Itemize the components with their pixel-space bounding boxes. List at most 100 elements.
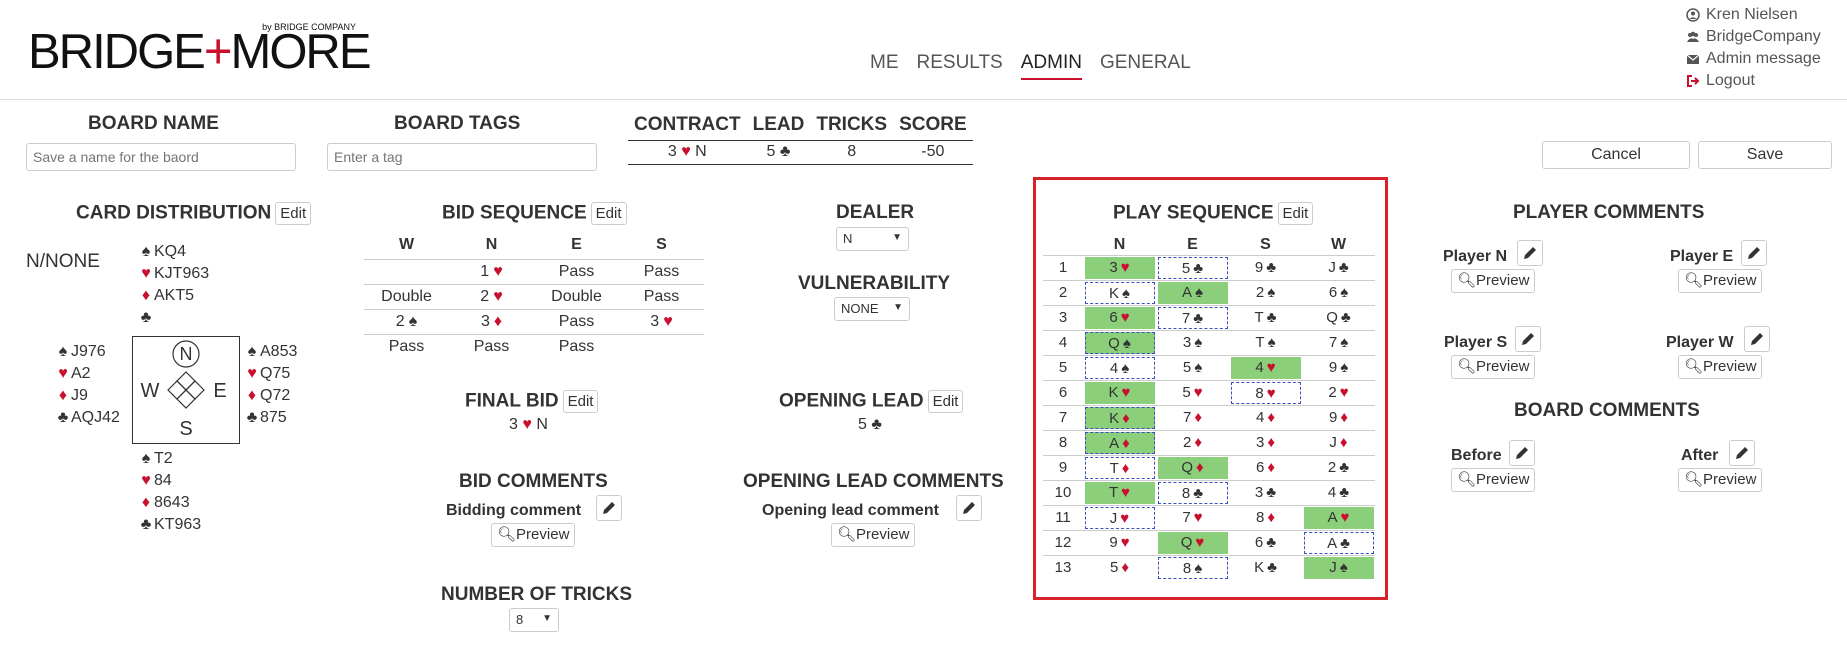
played-card[interactable]: 5 ♦ [1085, 557, 1155, 579]
played-card[interactable]: 2 ♠ [1231, 282, 1301, 304]
played-card[interactable]: Q ♠ [1084, 331, 1155, 354]
played-card[interactable]: 7 ♠ [1304, 332, 1374, 354]
played-card[interactable]: K ♥ [1084, 381, 1155, 404]
played-card[interactable]: 2 ♦ [1158, 432, 1228, 454]
cancel-button[interactable]: Cancel [1542, 141, 1690, 169]
played-card[interactable]: 5 ♠ [1158, 357, 1228, 379]
played-card[interactable]: A ♦ [1084, 431, 1155, 454]
played-card[interactable]: 9 ♦ [1304, 407, 1374, 429]
played-card[interactable]: 3 ♦ [1231, 432, 1301, 454]
play-cell: A ♣ [1302, 529, 1375, 555]
played-card[interactable]: 9 ♥ [1085, 532, 1155, 554]
logo[interactable]: BRIDGE+MORE by BRIDGE COMPANY [28, 22, 372, 77]
opening-lead-comment-edit-button[interactable] [956, 495, 982, 521]
played-card[interactable]: Q ♥ [1157, 531, 1228, 554]
nav-general[interactable]: GENERAL [1100, 52, 1191, 80]
opening-lead-edit-button[interactable]: Edit [927, 390, 964, 413]
compass-w: W [141, 380, 160, 402]
player-s-edit-button[interactable] [1515, 326, 1541, 352]
played-card[interactable]: Q ♣ [1304, 307, 1374, 329]
played-card[interactable]: 2 ♣ [1304, 457, 1374, 479]
heart-icon: ♥ [663, 312, 673, 330]
nav-results[interactable]: RESULTS [917, 52, 1003, 80]
played-card[interactable]: K ♣ [1231, 557, 1301, 579]
played-card[interactable]: 8 ♠ [1157, 556, 1228, 579]
played-card[interactable]: 4 ♣ [1304, 482, 1374, 504]
played-card[interactable]: 8 ♦ [1231, 507, 1301, 529]
trick-number: 1 [1043, 254, 1083, 280]
before-edit-button[interactable] [1509, 440, 1535, 466]
save-button[interactable]: Save [1698, 141, 1832, 169]
played-card[interactable]: J ♣ [1304, 257, 1374, 279]
played-card[interactable]: 6 ♥ [1084, 306, 1155, 329]
player-e-preview-button[interactable]: 🔍︎Preview [1678, 269, 1763, 293]
played-card[interactable]: 5 ♣ [1157, 256, 1228, 279]
dealer-select[interactable]: N ▼ [836, 227, 909, 251]
played-card[interactable]: T ♠ [1231, 332, 1301, 354]
played-card[interactable]: J ♠ [1303, 556, 1374, 579]
played-card[interactable]: A ♥ [1303, 506, 1374, 529]
vulnerability-select[interactable]: NONE ▼ [834, 297, 910, 321]
played-card[interactable]: 9 ♣ [1231, 257, 1301, 279]
played-card[interactable]: 7 ♦ [1158, 407, 1228, 429]
score-value: -50 [893, 139, 973, 165]
played-card[interactable]: 6 ♣ [1231, 532, 1301, 554]
played-card[interactable]: 8 ♣ [1157, 481, 1228, 504]
pencil-icon [1736, 447, 1748, 459]
board-tags-input[interactable] [327, 143, 597, 171]
player-w-edit-button[interactable] [1744, 326, 1770, 352]
player-s-preview-button[interactable]: 🔍︎Preview [1451, 355, 1536, 379]
play-sequence-edit-button[interactable]: Edit [1277, 202, 1314, 225]
played-card[interactable]: 2 ♥ [1304, 382, 1374, 404]
played-card[interactable]: 8 ♥ [1230, 381, 1301, 404]
played-card[interactable]: A ♣ [1303, 531, 1374, 554]
played-card[interactable]: T ♣ [1231, 307, 1301, 329]
contract-header: CONTRACT [634, 113, 741, 135]
before-preview-button[interactable]: 🔍︎Preview [1451, 468, 1536, 492]
after-preview-button[interactable]: 🔍︎Preview [1678, 468, 1763, 492]
player-n-preview-button[interactable]: 🔍︎Preview [1451, 269, 1536, 293]
bidding-comment-edit-button[interactable] [596, 495, 622, 521]
played-card[interactable]: 5 ♥ [1158, 382, 1228, 404]
play-cell: 3 ♣ [1229, 479, 1302, 505]
played-card[interactable]: 7 ♣ [1157, 306, 1228, 329]
played-card[interactable]: J ♥ [1084, 506, 1155, 529]
nav-admin[interactable]: ADMIN [1020, 52, 1082, 80]
player-w-preview-button[interactable]: 🔍︎Preview [1678, 355, 1763, 379]
played-card[interactable]: 3 ♥ [1084, 256, 1155, 279]
played-card[interactable]: 6 ♠ [1304, 282, 1374, 304]
played-card[interactable]: 3 ♠ [1158, 332, 1228, 354]
bidding-comment-preview-button[interactable]: 🔍︎Preview [491, 523, 576, 547]
played-card[interactable]: 4 ♥ [1230, 356, 1301, 379]
bid-sequence-edit-button[interactable]: Edit [590, 202, 627, 225]
player-n-edit-button[interactable] [1517, 240, 1543, 266]
board-name-input[interactable] [26, 143, 296, 171]
played-card[interactable]: T ♦ [1084, 456, 1155, 479]
played-card[interactable]: A ♠ [1157, 281, 1228, 304]
player-e-edit-button[interactable] [1741, 240, 1767, 266]
card-distribution-edit-button[interactable]: Edit [275, 202, 312, 225]
pencil-icon [1522, 333, 1534, 345]
played-card[interactable]: K ♠ [1084, 281, 1155, 304]
final-bid-edit-button[interactable]: Edit [562, 390, 599, 413]
played-card[interactable]: T ♥ [1084, 481, 1155, 504]
played-card[interactable]: 3 ♣ [1231, 482, 1301, 504]
played-card[interactable]: 6 ♦ [1231, 457, 1301, 479]
played-card[interactable]: K ♦ [1084, 406, 1155, 429]
logout-link[interactable]: Logout [1686, 70, 1821, 92]
number-of-tricks-select[interactable]: 8 ▼ [509, 608, 559, 632]
played-card[interactable]: 4 ♦ [1231, 407, 1301, 429]
played-card[interactable]: Q ♦ [1157, 456, 1228, 479]
played-card[interactable]: 7 ♥ [1158, 507, 1228, 529]
after-edit-button[interactable] [1729, 440, 1755, 466]
user-link[interactable]: Kren Nielsen [1686, 4, 1821, 26]
played-card[interactable]: 4 ♠ [1084, 356, 1155, 379]
nav-me[interactable]: ME [870, 52, 899, 80]
played-card[interactable]: J ♦ [1304, 432, 1374, 454]
played-card[interactable]: 9 ♠ [1304, 357, 1374, 379]
diamond-icon: ♦ [1267, 458, 1275, 476]
company-link[interactable]: BridgeCompany [1686, 26, 1821, 48]
admin-message-link[interactable]: Admin message [1686, 48, 1821, 70]
opening-lead-comment-preview-button[interactable]: 🔍︎Preview [831, 523, 916, 547]
play-cell: 2 ♥ [1302, 379, 1375, 405]
